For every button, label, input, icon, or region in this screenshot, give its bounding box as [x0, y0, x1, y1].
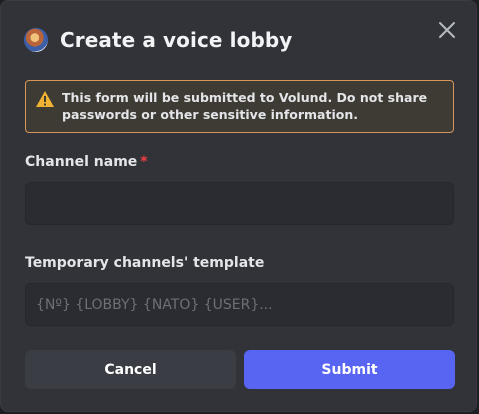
create-voice-lobby-modal: Create a voice lobby This form will be s…	[0, 0, 477, 412]
cancel-button[interactable]: Cancel	[25, 350, 236, 389]
warning-triangle-icon	[36, 91, 54, 107]
template-input[interactable]	[25, 283, 454, 326]
channel-name-input[interactable]	[25, 182, 454, 225]
channel-name-label-text: Channel name	[25, 154, 138, 170]
modal-header: Create a voice lobby	[24, 28, 292, 52]
required-asterisk: *	[140, 154, 148, 170]
channel-name-label: Channel name *	[25, 154, 148, 170]
close-icon	[439, 22, 455, 38]
close-button[interactable]	[436, 19, 458, 41]
template-label: Temporary channels' template	[25, 255, 265, 271]
warning-banner: This form will be submitted to Volund. D…	[25, 80, 454, 133]
warning-text: This form will be submitted to Volund. D…	[62, 90, 428, 122]
submit-button[interactable]: Submit	[244, 350, 455, 389]
modal-title: Create a voice lobby	[60, 28, 293, 52]
app-avatar-icon	[24, 28, 48, 52]
